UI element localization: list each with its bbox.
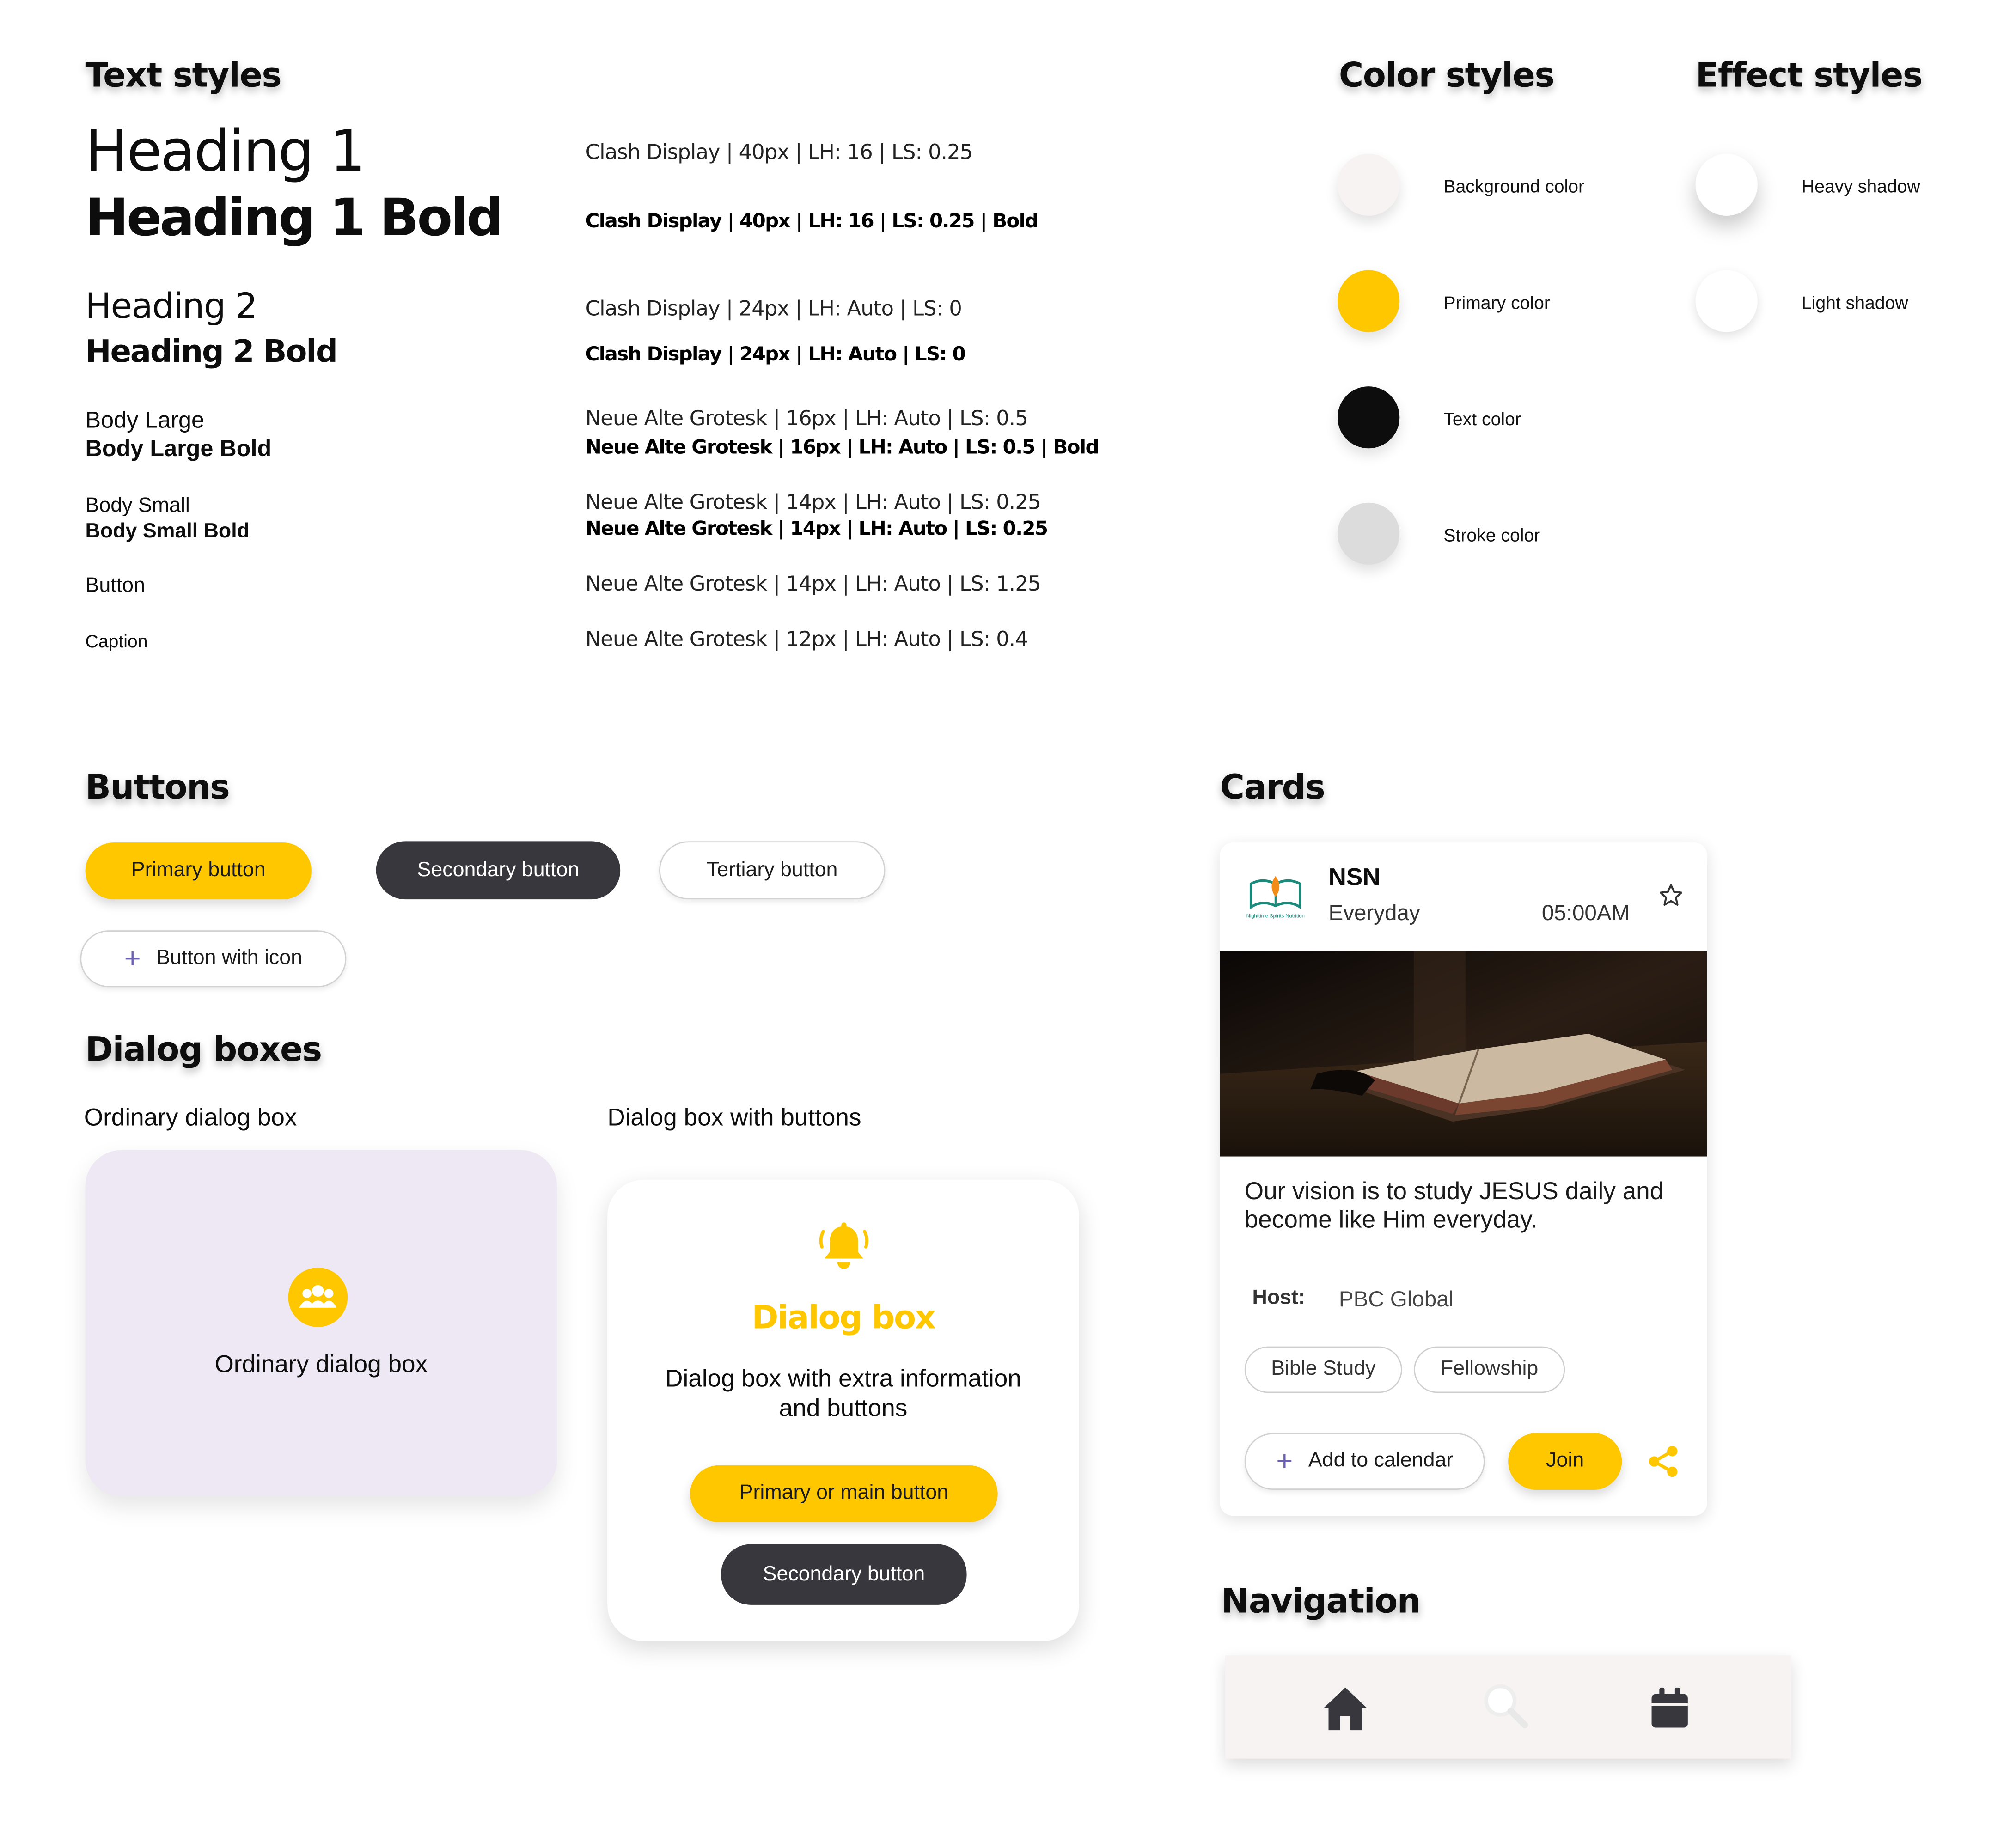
body-large-bold-sample: Body Large Bold — [85, 435, 272, 462]
button-with-icon-label: Button with icon — [156, 947, 303, 970]
card-description: Our vision is to study JESUS daily and b… — [1244, 1178, 1664, 1234]
cards-title: Cards — [1220, 768, 1326, 808]
card-frequency: Everyday — [1328, 900, 1420, 926]
heading-1-bold-sample: Heading 1 Bold — [85, 189, 504, 248]
background-color-swatch — [1338, 153, 1400, 216]
buttons-title: Buttons — [85, 768, 230, 808]
dialog-box-text: Dialog box with extra information and bu… — [665, 1366, 1021, 1423]
ordinary-dialog-box: Ordinary dialog box — [85, 1150, 557, 1496]
dialog-boxes-title: Dialog boxes — [85, 1031, 323, 1070]
primary-color-label: Primary color — [1443, 292, 1550, 313]
dialog-box-with-buttons: Dialog box Dialog box with extra informa… — [607, 1179, 1079, 1641]
home-icon[interactable] — [1321, 1683, 1370, 1739]
dialog-box-title: Dialog box — [751, 1299, 936, 1336]
body-large-bold-spec: Neue Alte Grotesk | 16px | LH: Auto | LS… — [585, 435, 1100, 459]
ordinary-dialog-text: Ordinary dialog box — [214, 1351, 428, 1379]
join-button[interactable]: Join — [1508, 1433, 1622, 1490]
text-color-swatch — [1338, 386, 1400, 449]
body-small-bold-spec: Neue Alte Grotesk | 14px | LH: Auto | LS… — [585, 517, 1048, 540]
body-small-spec: Neue Alte Grotesk | 14px | LH: Auto | LS… — [585, 489, 1041, 514]
group-icon — [288, 1268, 348, 1327]
host-value: PBC Global — [1338, 1287, 1454, 1312]
text-color-label: Text color — [1443, 408, 1521, 429]
bell-icon — [817, 1220, 871, 1274]
text-styles-title: Text styles — [85, 57, 282, 96]
body-small-sample: Body Small — [85, 494, 190, 517]
card-image-open-bible — [1220, 951, 1707, 1157]
tag-fellowship[interactable]: Fellowship — [1414, 1346, 1565, 1393]
tag-bible-study[interactable]: Bible Study — [1244, 1346, 1402, 1393]
plus-icon: + — [124, 942, 141, 975]
search-icon[interactable] — [1480, 1680, 1532, 1738]
stroke-color-swatch — [1338, 502, 1400, 565]
body-small-bold-sample: Body Small Bold — [85, 520, 250, 543]
tertiary-button[interactable]: Tertiary button — [659, 841, 886, 900]
event-card[interactable]: Nighttime Spirits Nutrition NSN Everyday… — [1220, 842, 1707, 1516]
heavy-shadow-swatch — [1695, 153, 1758, 216]
host-label: Host: — [1252, 1287, 1305, 1309]
style-guide: Text styles Heading 1 Clash Display | 40… — [0, 0, 2016, 1848]
heading-1-bold-spec: Clash Display | 40px | LH: 16 | LS: 0.25… — [585, 209, 1039, 233]
primary-button[interactable]: Primary button — [85, 842, 312, 900]
navigation-title: Navigation — [1221, 1583, 1421, 1622]
light-shadow-swatch — [1695, 270, 1758, 332]
color-styles-title: Color styles — [1338, 57, 1555, 96]
card-time: 05:00AM — [1541, 900, 1630, 926]
add-to-calendar-label: Add to calendar — [1308, 1450, 1454, 1472]
dialog-primary-button[interactable]: Primary or main button — [690, 1465, 998, 1522]
heading-2-spec: Clash Display | 24px | LH: Auto | LS: 0 — [585, 296, 962, 321]
caption-style-sample: Caption — [85, 630, 148, 652]
dialog-secondary-button[interactable]: Secondary button — [721, 1544, 967, 1605]
primary-color-swatch — [1338, 270, 1400, 332]
card-organization: NSN — [1328, 864, 1381, 892]
light-shadow-label: Light shadow — [1801, 292, 1908, 313]
stroke-color-label: Stroke color — [1443, 525, 1540, 545]
heavy-shadow-label: Heavy shadow — [1801, 176, 1920, 197]
heading-1-sample: Heading 1 — [85, 119, 366, 185]
star-icon[interactable] — [1658, 883, 1684, 915]
heading-1-spec: Clash Display | 40px | LH: 16 | LS: 0.25 — [585, 139, 973, 165]
calendar-icon[interactable] — [1648, 1686, 1692, 1737]
share-icon[interactable] — [1646, 1445, 1680, 1485]
background-color-label: Background color — [1443, 176, 1585, 197]
effect-styles-title: Effect styles — [1695, 57, 1923, 96]
secondary-button[interactable]: Secondary button — [376, 841, 621, 900]
heading-2-bold-sample: Heading 2 Bold — [85, 333, 338, 370]
bottom-navigation-bar — [1225, 1655, 1791, 1759]
heading-2-sample: Heading 2 — [85, 287, 258, 327]
button-style-spec: Neue Alte Grotesk | 14px | LH: Auto | LS… — [585, 571, 1041, 596]
body-large-sample: Body Large — [85, 407, 205, 433]
dialog-buttons-caption: Dialog box with buttons — [607, 1104, 861, 1132]
plus-icon: + — [1276, 1445, 1293, 1477]
organization-logo: Nighttime Spirits Nutrition — [1246, 868, 1306, 928]
logo-text: Nighttime Spirits Nutrition — [1246, 912, 1305, 919]
ordinary-dialog-caption: Ordinary dialog box — [84, 1104, 297, 1132]
body-large-spec: Neue Alte Grotesk | 16px | LH: Auto | LS… — [585, 406, 1028, 431]
add-to-calendar-button[interactable]: + Add to calendar — [1244, 1433, 1485, 1490]
button-style-sample: Button — [85, 575, 145, 597]
caption-style-spec: Neue Alte Grotesk | 12px | LH: Auto | LS… — [585, 627, 1028, 652]
button-with-icon[interactable]: + Button with icon — [80, 930, 347, 988]
heading-2-bold-spec: Clash Display | 24px | LH: Auto | LS: 0 — [585, 342, 966, 366]
